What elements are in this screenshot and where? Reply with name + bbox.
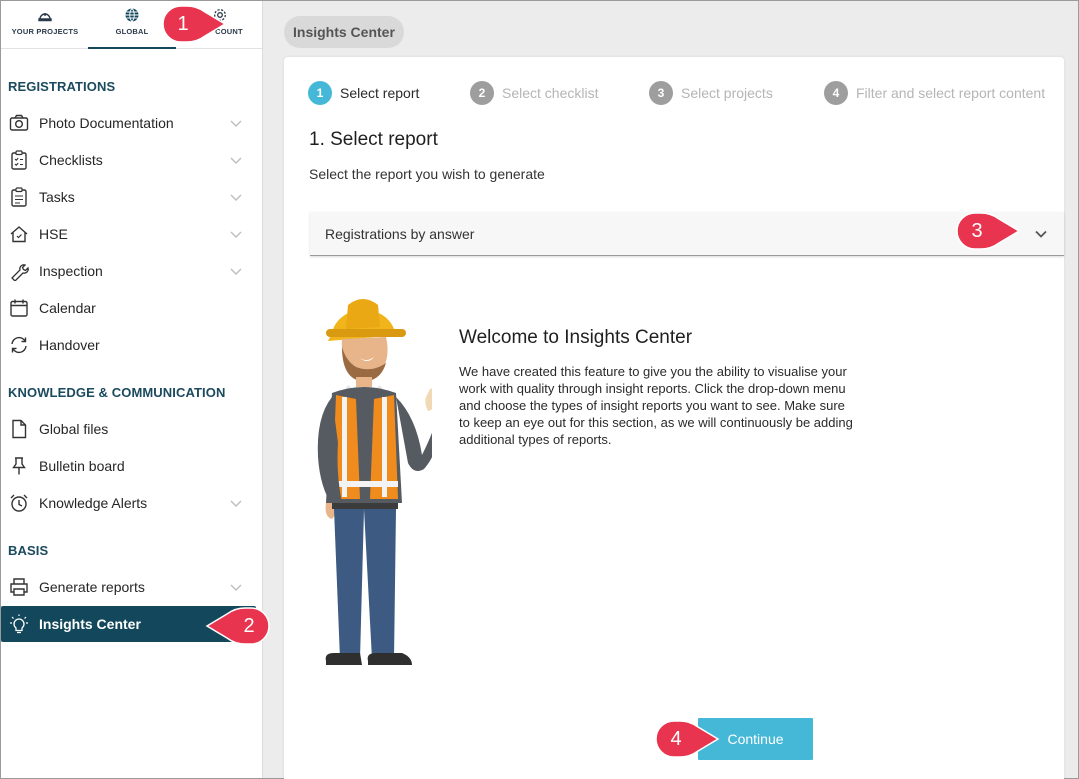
breadcrumb: Insights Center [284, 16, 404, 48]
step-select-checklist[interactable]: 2 Select checklist [470, 81, 598, 105]
welcome-text: We have created this feature to give you… [459, 364, 853, 447]
tab-your-projects-label: YOUR PROJECTS [11, 27, 79, 36]
tab-global-label: GLOBAL [115, 27, 149, 36]
chevron-down-icon[interactable] [230, 191, 242, 203]
sidebar-item-label: Bulletin board [39, 458, 125, 474]
construction-worker-illustration [317, 299, 432, 665]
chevron-down-icon[interactable] [230, 497, 242, 509]
sidebar-item-label: Handover [39, 337, 100, 353]
step-select-projects[interactable]: 3 Select projects [649, 81, 773, 105]
chevron-down-icon[interactable] [230, 228, 242, 240]
printer-icon [9, 577, 29, 597]
step-select-report[interactable]: 1 Select report [308, 81, 419, 105]
chevron-down-icon[interactable] [230, 265, 242, 277]
callout-number: 2 [243, 614, 255, 637]
chevron-down-icon[interactable] [230, 117, 242, 129]
checklist-icon [9, 150, 29, 170]
page-title: 1. Select report [309, 129, 438, 150]
report-select-value: Registrations by answer [325, 225, 475, 242]
section-knowledge: KNOWLEDGE & COMMUNICATION [8, 385, 226, 400]
pin-icon [9, 456, 29, 476]
sidebar-item-label: Global files [39, 421, 109, 437]
wrench-icon [9, 261, 29, 281]
callout-number: 1 [177, 12, 189, 35]
chevron-down-icon[interactable] [230, 154, 242, 166]
step-label: Select projects [681, 85, 773, 101]
clipboard-icon [9, 187, 29, 207]
callout-marker: 2 [205, 606, 271, 646]
main-card: 1 Select report 2 Select checklist 3 Sel… [284, 57, 1064, 779]
sidebar-item-bulletin-board[interactable]: Bulletin board [1, 448, 256, 484]
sidebar: YOUR PROJECTS GLOBAL COUNT REGISTRATIONS… [1, 1, 263, 778]
callout-marker: 4 [654, 719, 720, 759]
callout-number: 4 [670, 727, 682, 750]
sidebar-item-label: Insights Center [39, 616, 141, 632]
step-number: 1 [308, 81, 332, 105]
callout-marker: 3 [955, 211, 1021, 251]
sidebar-item-inspection[interactable]: Inspection [1, 253, 256, 289]
sidebar-item-label: Inspection [39, 263, 103, 279]
callout-number: 3 [971, 219, 983, 242]
hardhat-icon [38, 13, 52, 22]
calendar-icon [9, 298, 29, 318]
sidebar-item-calendar[interactable]: Calendar [1, 290, 256, 326]
chevron-down-icon[interactable] [1034, 228, 1048, 240]
house-icon [9, 224, 29, 244]
sidebar-item-label: Tasks [39, 189, 75, 205]
callout-marker: 1 [161, 4, 227, 44]
section-registrations: REGISTRATIONS [8, 79, 116, 94]
step-number: 4 [824, 81, 848, 105]
welcome-title: Welcome to Insights Center [459, 327, 693, 348]
camera-icon [9, 113, 29, 133]
sidebar-item-global-files[interactable]: Global files [1, 411, 256, 447]
step-number: 3 [649, 81, 673, 105]
sidebar-item-knowledge-alerts[interactable]: Knowledge Alerts [1, 485, 256, 521]
sidebar-item-photo-documentation[interactable]: Photo Documentation [1, 105, 256, 141]
sidebar-item-tasks[interactable]: Tasks [1, 179, 256, 215]
step-filter-content[interactable]: 4 Filter and select report content [824, 81, 1045, 105]
sidebar-item-checklists[interactable]: Checklists [1, 142, 256, 178]
sync-icon [9, 335, 29, 355]
section-basis: BASIS [8, 543, 49, 558]
sidebar-item-label: HSE [39, 226, 68, 242]
sidebar-item-generate-reports[interactable]: Generate reports [1, 569, 256, 605]
chevron-down-icon[interactable] [230, 581, 242, 593]
report-select[interactable]: Registrations by answer [310, 212, 1064, 256]
tab-your-projects[interactable]: YOUR PROJECTS [1, 1, 89, 49]
step-label: Select checklist [502, 85, 599, 101]
sidebar-item-label: Photo Documentation [39, 115, 174, 131]
sidebar-item-label: Calendar [39, 300, 96, 316]
sidebar-item-label: Checklists [39, 152, 103, 168]
alarm-icon [9, 493, 29, 513]
step-number: 2 [470, 81, 494, 105]
step-label: Select report [340, 85, 420, 101]
lightbulb-icon [9, 614, 29, 634]
sidebar-item-label: Generate reports [39, 579, 145, 595]
sidebar-item-label: Knowledge Alerts [39, 495, 148, 511]
sidebar-item-handover[interactable]: Handover [1, 327, 256, 363]
file-icon [9, 419, 29, 439]
globe-icon [125, 8, 139, 22]
page-subtitle: Select the report you wish to generate [309, 166, 545, 182]
step-label: Filter and select report content [856, 85, 1046, 101]
sidebar-item-hse[interactable]: HSE [1, 216, 256, 252]
